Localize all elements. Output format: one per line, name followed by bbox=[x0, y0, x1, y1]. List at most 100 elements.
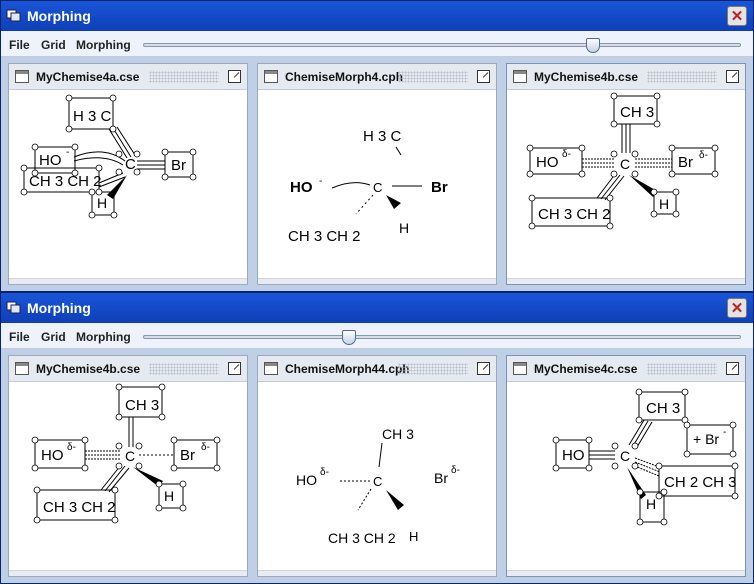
methyl-label: CH 3 bbox=[382, 426, 414, 442]
hydroxide-charge: - bbox=[319, 176, 322, 187]
pane-header: MyChemise4b.cse bbox=[507, 64, 745, 90]
pane-title: MyChemise4b.cse bbox=[36, 362, 141, 376]
carbon-label: C bbox=[620, 448, 630, 464]
structure-pane[interactable]: ChemiseMorph44.cph CH 3 HO δ- C Br δ- CH… bbox=[257, 355, 497, 577]
hydroxide-label: HO bbox=[562, 447, 585, 464]
close-icon: ✕ bbox=[730, 7, 744, 25]
bromine-label: Br bbox=[180, 447, 195, 464]
window-title: Morphing bbox=[27, 8, 91, 24]
menu-file[interactable]: File bbox=[9, 38, 30, 52]
carbon-label: C bbox=[620, 156, 630, 172]
hydrogen-label: H bbox=[409, 529, 418, 544]
pane-status bbox=[258, 278, 496, 284]
maximize-icon[interactable] bbox=[726, 70, 739, 83]
maximize-icon[interactable] bbox=[726, 362, 739, 375]
maximize-icon[interactable] bbox=[477, 362, 490, 375]
pane-status bbox=[9, 570, 247, 576]
hydrogen-label: H bbox=[659, 196, 669, 212]
ethyl-label: CH 2 CH 3 bbox=[664, 474, 737, 491]
ethyl-label: CH 3 CH 2 bbox=[328, 530, 396, 546]
pane-header: ChemiseMorph44.cph bbox=[258, 356, 496, 382]
document-icon bbox=[513, 362, 527, 375]
molecule-canvas[interactable]: CH 3 HO δ- C Br δ- CH 3 CH 2 H bbox=[507, 91, 745, 279]
menu-bar: File Grid Morphing bbox=[1, 31, 753, 57]
title-bar[interactable]: Morphing ✕ bbox=[1, 293, 753, 323]
maximize-icon[interactable] bbox=[228, 70, 241, 83]
menu-grid[interactable]: Grid bbox=[41, 38, 66, 52]
menu-morphing[interactable]: Morphing bbox=[76, 38, 131, 52]
title-bar[interactable]: Morphing ✕ bbox=[1, 1, 753, 31]
pane-header: MyChemise4a.cse bbox=[9, 64, 247, 90]
document-icon bbox=[513, 70, 527, 83]
hydrogen-label: H bbox=[646, 496, 656, 512]
menu-file[interactable]: File bbox=[9, 330, 30, 344]
slider-thumb[interactable] bbox=[586, 38, 601, 53]
structure-pane[interactable]: ChemiseMorph4.cph H 3 C HO - C Br CH 3 C… bbox=[257, 63, 497, 285]
bromine-label: Br bbox=[678, 154, 693, 171]
hydroxide-charge: δ- bbox=[320, 467, 329, 478]
ethyl-label: CH 3 CH 2 bbox=[288, 228, 361, 245]
bromine-label: Br bbox=[434, 470, 448, 486]
morphing-window-top: Morphing ✕ File Grid Morphing MyChemise4… bbox=[0, 0, 754, 292]
ethyl-label: CH 3 CH 2 bbox=[43, 499, 116, 516]
pane-title: MyChemise4a.cse bbox=[36, 70, 140, 84]
pane-header: MyChemise4c.cse bbox=[507, 356, 745, 382]
hydroxide-charge: δ- bbox=[67, 442, 76, 453]
document-icon bbox=[15, 362, 29, 375]
morph-slider[interactable] bbox=[143, 38, 741, 53]
hydrogen-label: H bbox=[97, 195, 107, 211]
methyl-label: CH 3 bbox=[125, 397, 159, 414]
ethyl-label: CH 3 CH 2 bbox=[538, 206, 611, 223]
molecule-canvas[interactable]: H 3 C HO - C Br CH 3 CH 2 H bbox=[9, 91, 247, 279]
bromine-charge: - bbox=[723, 427, 726, 438]
carbon-label: C bbox=[373, 180, 382, 195]
molecule-canvas[interactable]: CH 3 HO C + Br - CH 2 CH 3 H bbox=[507, 383, 745, 571]
bromine-charge: δ- bbox=[451, 465, 460, 476]
methyl-label: CH 3 bbox=[620, 104, 654, 121]
hydrogen-label: H bbox=[164, 488, 174, 504]
maximize-icon[interactable] bbox=[228, 362, 241, 375]
structure-pane[interactable]: MyChemise4c.cse CH 3 HO C + Br - CH 2 CH… bbox=[506, 355, 746, 577]
carbon-label: C bbox=[373, 474, 382, 489]
document-icon bbox=[264, 362, 278, 375]
maximize-icon[interactable] bbox=[477, 70, 490, 83]
molecule-canvas[interactable]: H 3 C HO - C Br CH 3 CH 2 H bbox=[258, 91, 496, 279]
app-icon bbox=[6, 301, 21, 314]
app-icon bbox=[6, 9, 21, 22]
slider-thumb[interactable] bbox=[341, 330, 356, 345]
bromine-label: + Br bbox=[693, 431, 719, 447]
morph-slider[interactable] bbox=[143, 330, 741, 345]
bromine-charge: δ- bbox=[699, 150, 708, 161]
pane-title: ChemiseMorph44.cph bbox=[285, 362, 410, 376]
close-button[interactable]: ✕ bbox=[727, 298, 747, 318]
menu-morphing[interactable]: Morphing bbox=[76, 330, 131, 344]
hydroxide-charge: δ- bbox=[562, 149, 571, 160]
carbon-label: C bbox=[125, 448, 135, 464]
close-button[interactable]: ✕ bbox=[727, 6, 747, 26]
hydroxide-label: HO bbox=[536, 154, 559, 171]
structure-pane[interactable]: MyChemise4a.cse H 3 C HO - C Br CH 3 CH … bbox=[8, 63, 248, 285]
molecule-canvas[interactable]: CH 3 HO δ- C Br δ- CH 3 CH 2 H bbox=[258, 383, 496, 571]
hydrogen-label: H bbox=[399, 220, 409, 236]
window-title: Morphing bbox=[27, 300, 91, 316]
molecule-canvas[interactable]: CH 3 HO δ- C Br δ- CH 3 CH 2 H bbox=[9, 383, 247, 571]
pane-header: MyChemise4b.cse bbox=[9, 356, 247, 382]
bromine-charge: δ- bbox=[201, 442, 210, 453]
hydroxide-charge: - bbox=[66, 147, 69, 158]
structure-pane[interactable]: MyChemise4b.cse CH 3 HO δ- C Br δ- CH 3 … bbox=[506, 63, 746, 285]
menu-grid[interactable]: Grid bbox=[41, 330, 66, 344]
ethyl-label: CH 3 CH 2 bbox=[29, 173, 102, 190]
bromine-label: Br bbox=[431, 179, 448, 196]
menu-bar: File Grid Morphing bbox=[1, 323, 753, 349]
hydroxide-label: HO bbox=[39, 152, 62, 169]
pane-status bbox=[9, 278, 247, 284]
hydroxide-label: HO bbox=[290, 179, 313, 196]
document-icon bbox=[15, 70, 29, 83]
pane-title: ChemiseMorph4.cph bbox=[285, 70, 404, 84]
pane-header: ChemiseMorph4.cph bbox=[258, 64, 496, 90]
structure-pane[interactable]: MyChemise4b.cse CH 3 HO δ- C Br δ- CH 3 … bbox=[8, 355, 248, 577]
document-icon bbox=[264, 70, 278, 83]
close-icon: ✕ bbox=[730, 299, 744, 317]
morphing-window-bottom: Morphing ✕ File Grid Morphing MyChemise4… bbox=[0, 292, 754, 584]
bromine-label: Br bbox=[171, 157, 186, 174]
